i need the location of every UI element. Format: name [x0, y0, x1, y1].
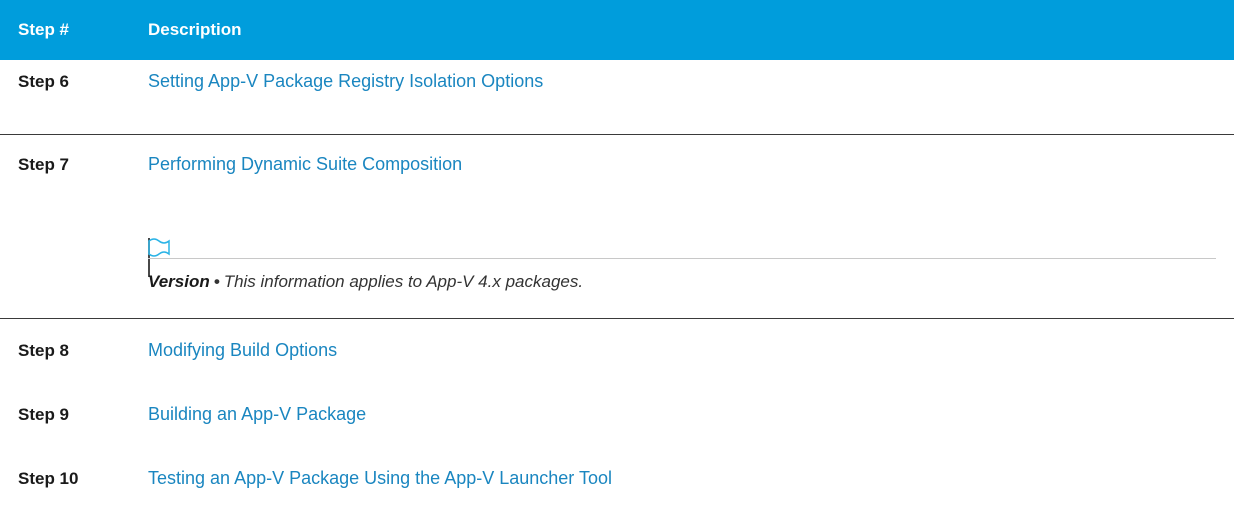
step-link-building-package[interactable]: Building an App-V Package — [148, 404, 366, 425]
step-number: Step 10 — [18, 469, 79, 488]
table-row: Step 9 Building an App-V Package — [0, 383, 1234, 447]
header-description-label: Description — [148, 20, 242, 39]
step-number: Step 7 — [18, 155, 70, 174]
step-link-dynamic-suite-composition[interactable]: Performing Dynamic Suite Composition — [148, 154, 462, 175]
step-number: Step 8 — [18, 341, 70, 360]
version-note: Version • This information applies to App-… — [148, 272, 583, 292]
note-separator — [148, 258, 1216, 259]
step-link-registry-isolation[interactable]: Setting App-V Package Registry Isolation… — [148, 71, 543, 92]
table-row: Step 10 Testing an App-V Package Using t… — [0, 447, 1234, 514]
flag-icon — [148, 238, 170, 277]
step-link-modifying-build-options[interactable]: Modifying Build Options — [148, 340, 337, 361]
table-row: Step 6 Setting App-V Package Registry Is… — [0, 60, 1234, 134]
note-bullet: • — [213, 272, 220, 291]
note-title: Version — [148, 272, 210, 291]
step-link-testing-package[interactable]: Testing an App-V Package Using the App-V… — [148, 468, 612, 489]
step-number: Step 6 — [18, 72, 70, 91]
table-row: Step 8 Modifying Build Options — [0, 319, 1234, 383]
note-text: This information applies to App-V 4.x pa… — [223, 272, 584, 291]
step-number: Step 9 — [18, 405, 70, 424]
table-header: Step # Description — [0, 0, 1234, 60]
header-step-label: Step # — [18, 20, 70, 39]
